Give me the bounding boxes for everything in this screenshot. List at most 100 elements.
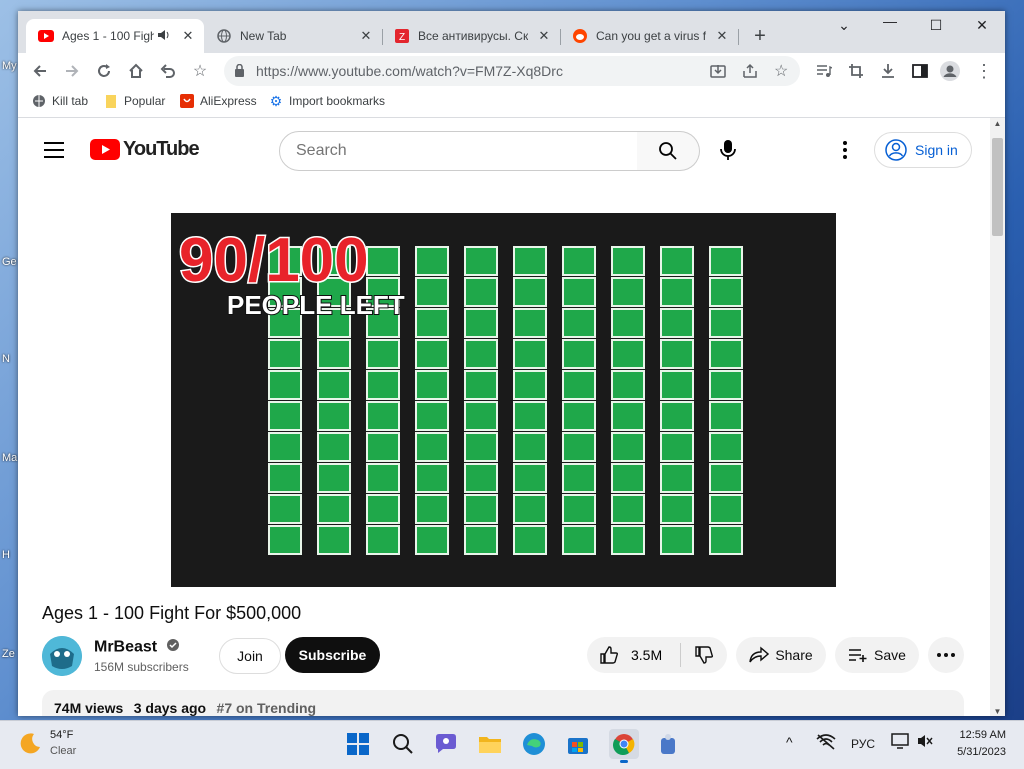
grid-cell [562, 494, 596, 524]
clock-date[interactable]: 5/31/2023 [946, 746, 1006, 758]
like-button[interactable]: 3.5M [587, 643, 681, 667]
microphone-icon [720, 140, 736, 160]
grid-cell [562, 432, 596, 462]
desktop-label[interactable]: Ze [2, 648, 15, 660]
grid-cell [366, 401, 400, 431]
install-app-icon[interactable] [710, 63, 726, 84]
close-tab-icon[interactable]: ✕ [358, 28, 374, 44]
channel-avatar[interactable] [42, 636, 82, 676]
search-button[interactable] [637, 131, 700, 171]
close-tab-icon[interactable]: ✕ [180, 28, 196, 44]
network-icon[interactable] [816, 733, 836, 754]
search-input[interactable]: Search [279, 131, 639, 171]
share-page-icon[interactable] [742, 63, 758, 84]
grid-cell [562, 463, 596, 493]
tab-title: Все антивирусы. Ска [418, 29, 528, 43]
grid-cell [709, 308, 743, 338]
profile-avatar-icon[interactable] [940, 61, 960, 81]
grid-cell [464, 277, 498, 307]
display-icon[interactable] [891, 733, 909, 752]
folder-icon [104, 94, 118, 108]
save-button[interactable]: Save [835, 637, 919, 673]
start-button[interactable] [345, 731, 371, 757]
bookmark-kill-tab[interactable]: Kill tab [32, 94, 88, 108]
tab-new-tab[interactable]: New Tab ✕ [204, 19, 382, 53]
tab-search-button[interactable]: ⌄ [824, 17, 864, 34]
close-window-button[interactable]: ✕ [962, 17, 1002, 34]
thumbs-up-icon [600, 646, 619, 664]
downloads-icon[interactable] [878, 61, 898, 81]
home-button[interactable] [126, 61, 146, 81]
crop-icon[interactable] [846, 61, 866, 81]
tab-youtube[interactable]: Ages 1 - 100 Figh ✕ [26, 19, 204, 53]
bookmark-star-icon[interactable]: ☆ [190, 61, 210, 81]
maximize-button[interactable]: ☐ [916, 17, 956, 34]
grid-cell [317, 401, 351, 431]
grid-cell [709, 246, 743, 276]
tab-antivirus[interactable]: Z Все антивирусы. Ска ✕ [382, 19, 560, 53]
more-options-icon[interactable] [835, 138, 855, 162]
media-control-icon[interactable] [814, 61, 834, 81]
grid-cell [709, 525, 743, 555]
chrome-taskbar-button[interactable] [609, 729, 639, 763]
bookmark-page-icon[interactable]: ☆ [774, 61, 788, 81]
grid-cell [366, 463, 400, 493]
new-tab-button[interactable]: + [750, 25, 770, 47]
clock-time[interactable]: 12:59 AM [946, 729, 1006, 741]
language-indicator[interactable]: РУС [851, 737, 875, 751]
minimize-button[interactable]: — [870, 13, 910, 29]
close-tab-icon[interactable]: ✕ [536, 28, 552, 44]
back-button[interactable] [30, 61, 50, 81]
desktop-label[interactable]: Ge [2, 256, 17, 268]
desktop-label[interactable]: N [2, 353, 10, 365]
desktop-label[interactable]: H [2, 549, 10, 561]
side-panel-icon[interactable] [910, 61, 930, 81]
sign-in-button[interactable]: Sign in [874, 132, 972, 168]
search-placeholder: Search [296, 142, 347, 159]
forward-button[interactable] [62, 61, 82, 81]
tab-reddit[interactable]: Can you get a virus fr ✕ [560, 19, 738, 53]
chrome-menu-icon[interactable]: ⋮ [974, 61, 994, 81]
share-button[interactable]: Share [736, 637, 826, 673]
bookmark-import[interactable]: ⚙ Import bookmarks [269, 93, 385, 109]
chat-app-button[interactable] [433, 731, 459, 757]
file-explorer-button[interactable] [477, 731, 503, 757]
page-scrollbar[interactable]: ▲ ▼ [990, 118, 1005, 716]
address-bar[interactable]: https://www.youtube.com/watch?v=FM7Z-Xq8… [224, 56, 800, 86]
lock-icon[interactable] [234, 63, 245, 82]
reload-button[interactable] [94, 61, 114, 81]
volume-muted-icon[interactable] [917, 733, 933, 752]
bookmark-popular[interactable]: Popular [104, 94, 165, 108]
more-actions-button[interactable] [928, 637, 964, 673]
grid-cell [562, 370, 596, 400]
undo-button[interactable] [158, 61, 178, 81]
voice-search-button[interactable] [716, 138, 740, 162]
account-icon [885, 139, 907, 161]
trending-badge[interactable]: #7 on Trending [217, 700, 317, 716]
bookmark-aliexpress[interactable]: AliExpress [180, 94, 257, 108]
grid-cell [611, 494, 645, 524]
youtube-logo[interactable]: YouTube [90, 138, 200, 161]
url-text[interactable]: https://www.youtube.com/watch?v=FM7Z-Xq8… [256, 63, 563, 79]
audio-playing-icon[interactable] [158, 29, 172, 44]
menu-hamburger-icon[interactable] [44, 142, 64, 163]
store-button[interactable] [565, 731, 591, 757]
dislike-button[interactable] [681, 645, 727, 665]
close-tab-icon[interactable]: ✕ [714, 28, 730, 44]
desktop-label[interactable]: My [2, 60, 17, 72]
share-icon [749, 646, 770, 663]
show-hidden-icons-button[interactable]: ^ [786, 734, 793, 750]
grid-cell [660, 525, 694, 555]
grid-cell [709, 339, 743, 369]
app-taskbar-button[interactable] [655, 731, 681, 757]
taskbar-search-button[interactable] [390, 731, 416, 757]
channel-name[interactable]: MrBeast [94, 638, 180, 657]
scrollbar-thumb[interactable] [992, 138, 1003, 236]
edge-button[interactable] [521, 731, 547, 757]
subscribe-button[interactable]: Subscribe [285, 637, 380, 673]
join-button[interactable]: Join [219, 638, 281, 674]
weather-widget[interactable] [18, 731, 42, 760]
desktop-label[interactable]: Ma [2, 452, 17, 464]
video-player[interactable]: 90/100 PEOPLE LEFT [171, 213, 836, 587]
description-box[interactable]: 74M views 3 days ago #7 on Trending [42, 690, 964, 716]
